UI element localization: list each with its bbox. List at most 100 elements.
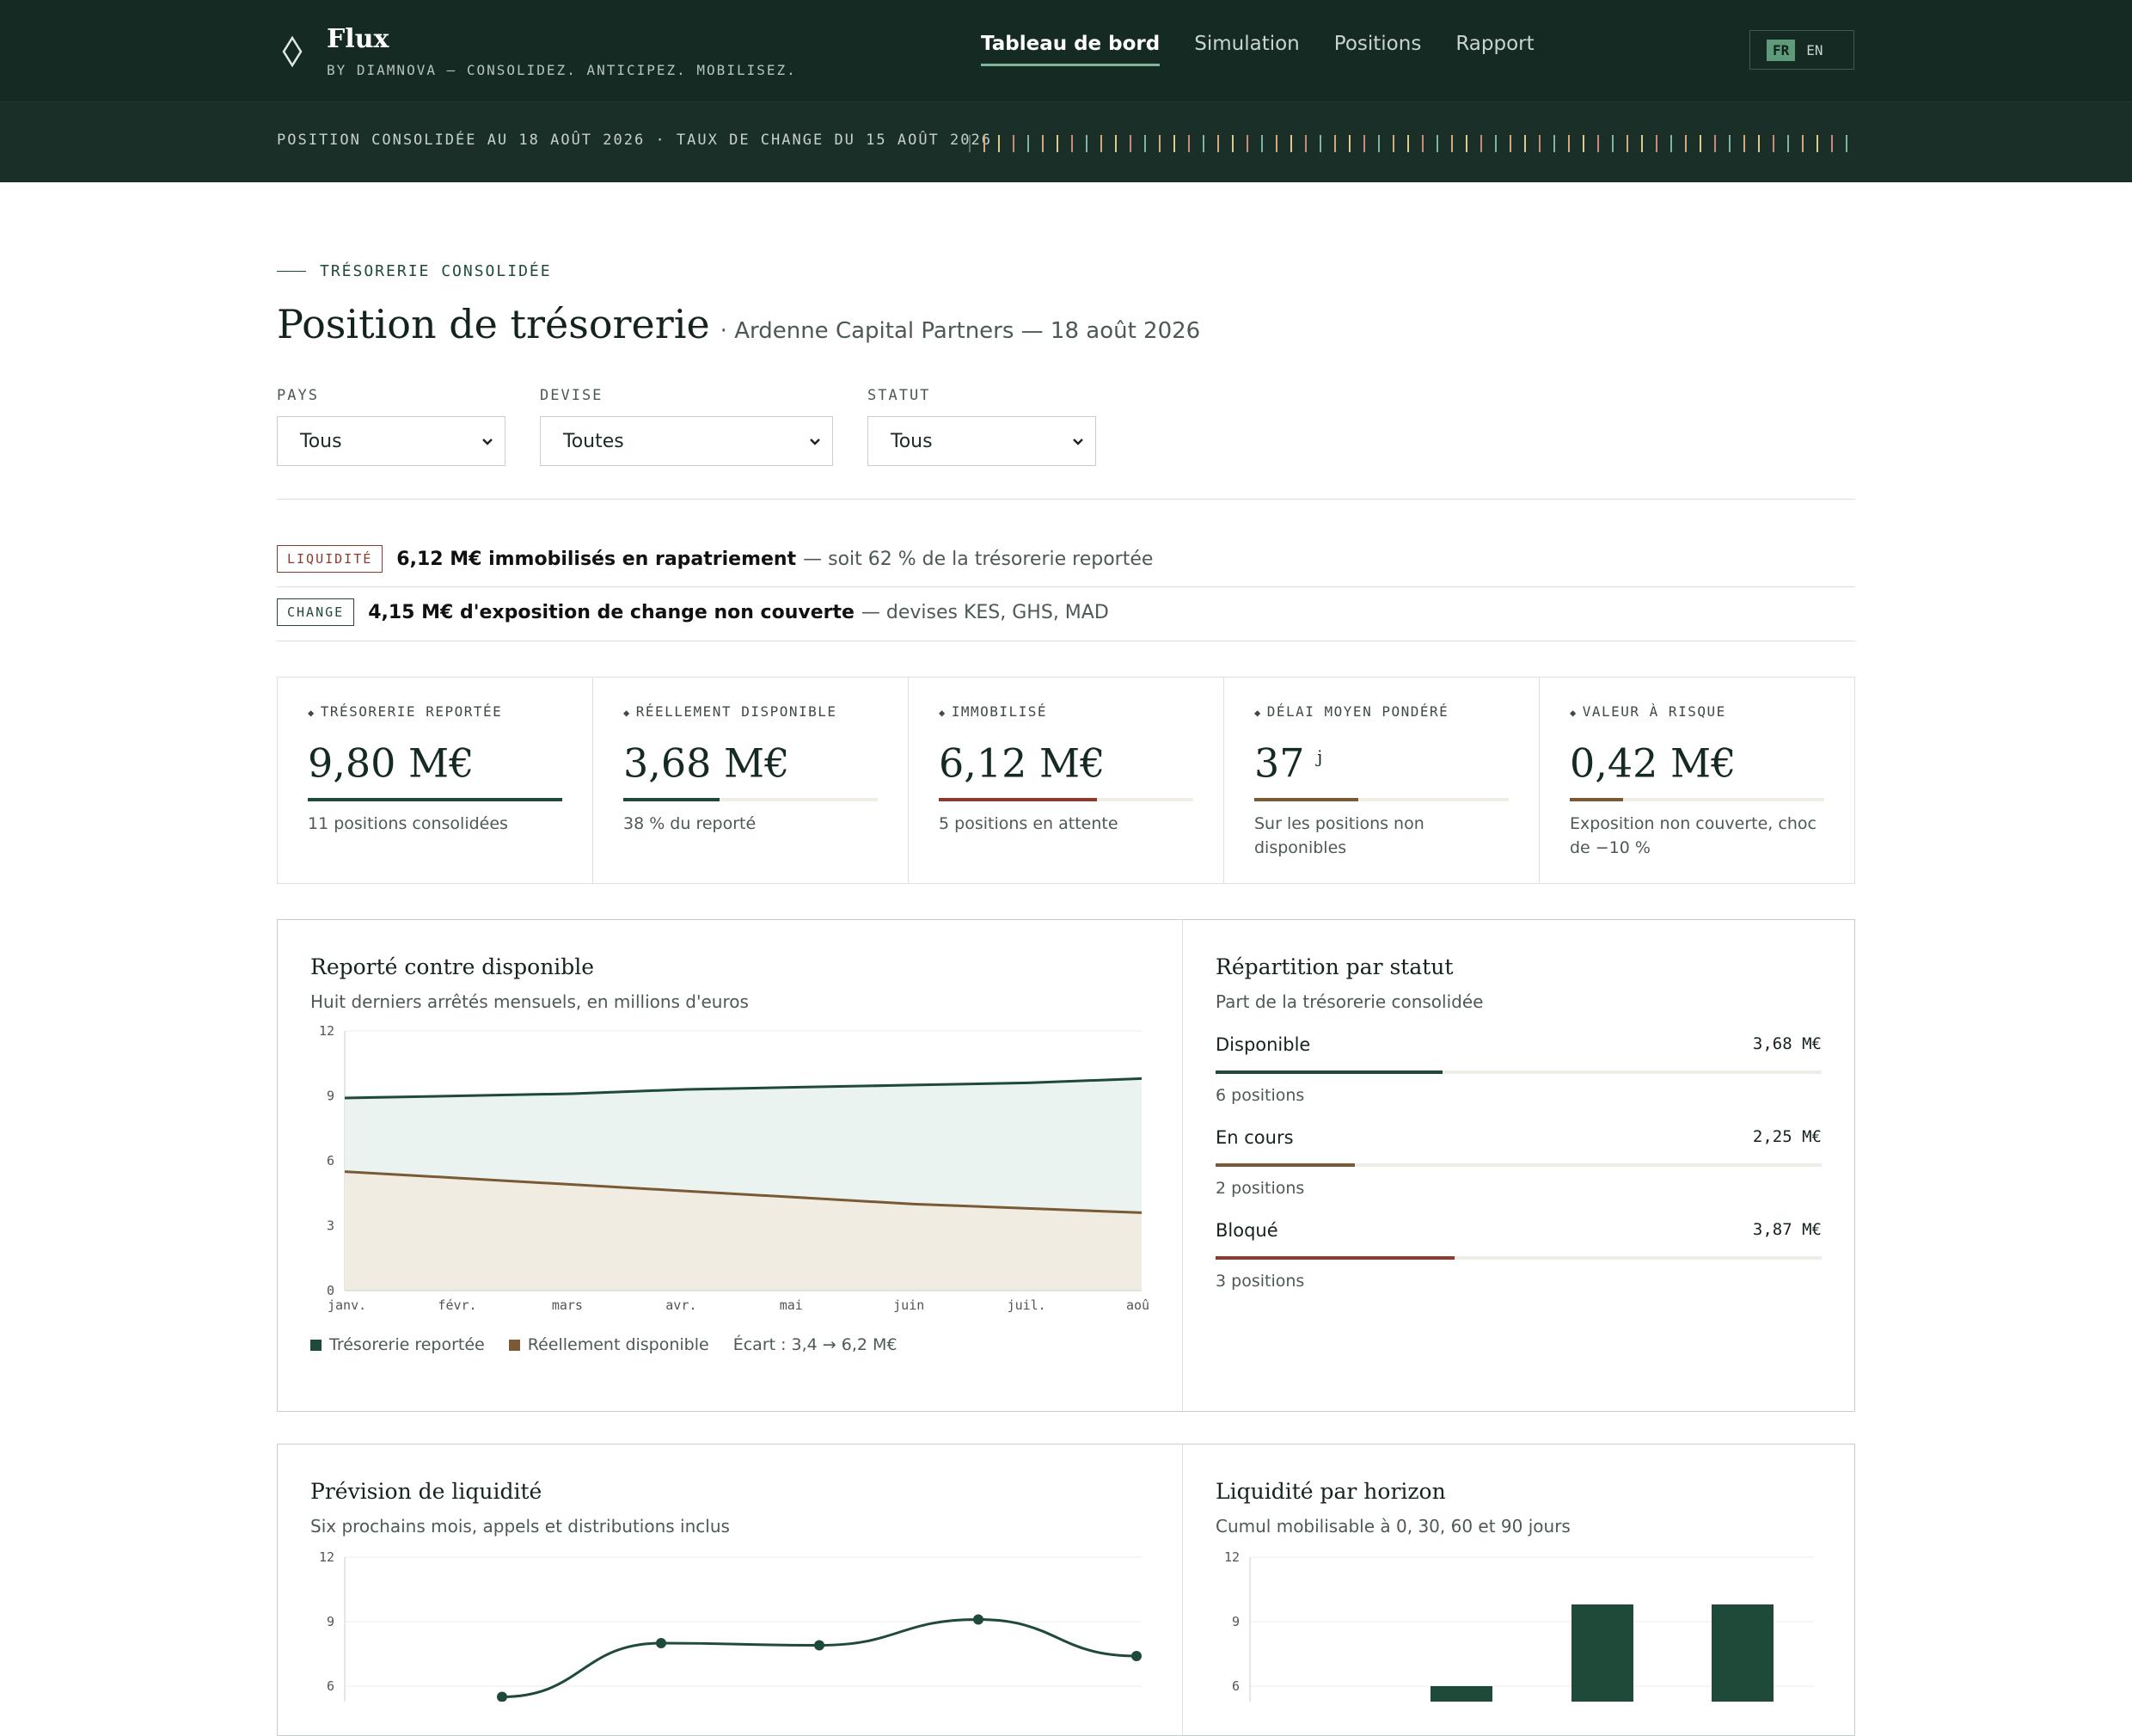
- kpi-bar-fill: [623, 798, 720, 802]
- panel-subtitle: Huit derniers arrêtés mensuels, en milli…: [310, 991, 749, 1012]
- filter-pays-select[interactable]: Tous: [277, 416, 505, 466]
- eyebrow-line: [277, 271, 306, 272]
- panel-title: Répartition par statut: [1216, 954, 1454, 979]
- y-tick-label: 3: [327, 1218, 334, 1234]
- kpi-value: 9,80 M€: [308, 739, 475, 787]
- lang-en-button[interactable]: EN: [1800, 40, 1829, 61]
- kpi-bar: [1254, 798, 1509, 802]
- page-subtitle: · Ardenne Capital Partners — 18 août 202…: [720, 318, 1201, 344]
- status-count: 6 positions: [1216, 1086, 1305, 1105]
- panel-row-1: Reporté contre disponible Huit derniers …: [277, 919, 1855, 1412]
- legend-item: Réellement disponible: [508, 1335, 709, 1354]
- nav-item-positions[interactable]: Positions: [1334, 33, 1422, 66]
- section-eyebrow: TRÉSORERIE CONSOLIDÉE: [277, 262, 552, 280]
- filter-statut-select[interactable]: Tous: [867, 416, 1096, 466]
- language-switcher: FR EN: [1749, 30, 1854, 70]
- diamond-bullet-icon: ◆: [939, 707, 947, 719]
- status-bar-fill: [1216, 1256, 1455, 1260]
- title-row: Position de trésorerie · Ardenne Capital…: [277, 301, 1200, 347]
- status-bar-fill: [1216, 1070, 1443, 1074]
- panel-title: Prévision de liquidité: [310, 1479, 542, 1504]
- status-amount: 3,87 M€: [1752, 1220, 1822, 1239]
- forecast-point: [656, 1638, 666, 1648]
- y-tick-label: 9: [1232, 1614, 1240, 1629]
- horizon-bar: [1571, 1604, 1633, 1702]
- status-row-disponible: Disponible 3,68 M€ 6 positions: [1216, 1034, 1822, 1105]
- kpi-delai-moyen: ◆ DÉLAI MOYEN PONDÉRÉ 37 j Sur les positi…: [1224, 678, 1540, 883]
- status-name: En cours: [1216, 1127, 1294, 1148]
- status-bar: [1216, 1163, 1822, 1167]
- alert-badge: CHANGE: [277, 598, 355, 626]
- x-tick-label: juil.: [1008, 1297, 1046, 1313]
- panel-forecast: Prévision de liquidité Six prochains moi…: [278, 1445, 1183, 1735]
- legend-swatch: [508, 1339, 520, 1351]
- kpi-bar: [939, 798, 1193, 802]
- filter-statut: STATUT Tous: [867, 387, 1096, 466]
- diamond-bullet-icon: ◆: [1570, 707, 1578, 719]
- x-tick-label: févr.: [438, 1297, 476, 1313]
- filter-devise: DEVISE Toutes: [540, 387, 833, 466]
- status-ticker: POSITION CONSOLIDÉE AU 18 AOÛT 2026 · TA…: [0, 101, 2132, 182]
- ticker-marks: [969, 135, 1847, 152]
- app-tagline: BY DIAMNOVA — CONSOLIDEZ. ANTICIPEZ. MOB…: [327, 62, 797, 78]
- ticker-text: POSITION CONSOLIDÉE AU 18 AOÛT 2026 · TA…: [277, 132, 992, 149]
- alert-strong: 4,15 M€ d'exposition de change non couve…: [368, 601, 855, 623]
- nav-item-tableau-de-bord[interactable]: Tableau de bord: [981, 33, 1161, 66]
- filters: PAYS Tous DEVISE Toutes STATUT Tous: [277, 387, 1130, 466]
- panel-subtitle: Cumul mobilisable à 0, 30, 60 et 90 jour…: [1216, 1516, 1571, 1537]
- filter-pays-label: PAYS: [277, 387, 319, 404]
- legend-item: Trésorerie reportée: [310, 1335, 485, 1354]
- kpi-reellement-disponible: ◆ RÉELLEMENT DISPONIBLE 3,68 M€ 38 % du r…: [593, 678, 909, 883]
- legend-gap: Écart : 3,4 → 6,2 M€: [732, 1335, 898, 1354]
- kpi-value: 0,42 M€: [1570, 739, 1737, 787]
- legend-swatch: [310, 1339, 322, 1351]
- kpi-note: Exposition non couverte, choc de −10 %: [1570, 814, 1816, 858]
- kpi-tresorerie-reportee: ◆ TRÉSORERIE REPORTÉE 9,80 M€ 11 position…: [278, 678, 593, 883]
- nav-item-simulation[interactable]: Simulation: [1194, 33, 1300, 66]
- kpi-bar-fill: [1254, 798, 1359, 802]
- brand[interactable]: Flux BY DIAMNOVA — CONSOLIDEZ. ANTICIPEZ…: [277, 24, 797, 78]
- diamond-icon: [282, 35, 303, 68]
- kpi-valeur-a-risque: ◆ VALEUR À RISQUE 0,42 M€ Exposition non …: [1540, 678, 1854, 883]
- x-tick-label: avr.: [665, 1297, 696, 1313]
- y-tick-label: 6: [327, 1153, 334, 1169]
- reported-vs-available-chart: 0 3 6 9 12 janv. févr. mars avr. mai juin juil. août: [319, 1023, 1150, 1313]
- eyebrow-text: TRÉSORERIE CONSOLIDÉE: [320, 262, 552, 280]
- forecast-chart: 6 9 12: [319, 1549, 1142, 1702]
- kpi-immobilise: ◆ IMMOBILISÉ 6,12 M€ 5 positions en atten…: [909, 678, 1224, 883]
- kpi-bar-fill: [1570, 798, 1624, 802]
- y-tick-label: 6: [327, 1678, 334, 1694]
- diamond-bullet-icon: ◆: [1254, 707, 1262, 719]
- kpi-bar: [308, 798, 562, 802]
- filter-statut-label: STATUT: [867, 387, 931, 404]
- kpi-bar-fill: [939, 798, 1097, 802]
- status-amount: 2,25 M€: [1752, 1127, 1822, 1146]
- filter-devise-value: Toutes: [563, 430, 624, 452]
- status-name: Disponible: [1216, 1034, 1311, 1055]
- nav-item-rapport[interactable]: Rapport: [1455, 33, 1534, 66]
- x-tick-label: juin: [893, 1297, 924, 1313]
- y-tick-label: 0: [327, 1283, 334, 1298]
- status-row-bloque: Bloqué 3,87 M€ 3 positions: [1216, 1220, 1822, 1291]
- filter-pays-value: Tous: [300, 430, 342, 452]
- chevron-down-icon: [482, 439, 493, 445]
- alert-change: CHANGE 4,15 M€ d'exposition de change no…: [277, 598, 1109, 626]
- y-tick-label: 9: [327, 1089, 334, 1104]
- y-tick-label: 12: [319, 1549, 334, 1565]
- kpi-label: ◆ VALEUR À RISQUE: [1570, 703, 1726, 720]
- filter-devise-select[interactable]: Toutes: [540, 416, 833, 466]
- status-bar: [1216, 1070, 1822, 1074]
- alert-strong: 6,12 M€ immobilisés en rapatriement: [396, 548, 797, 570]
- alert-rest: — devises KES, GHS, MAD: [861, 601, 1109, 623]
- y-tick-label: 6: [1232, 1678, 1240, 1694]
- divider: [277, 586, 1855, 587]
- divider: [277, 499, 1855, 500]
- panel-title: Liquidité par horizon: [1216, 1479, 1446, 1504]
- filter-statut-value: Tous: [891, 430, 933, 452]
- kpi-value: 3,68 M€: [623, 739, 790, 787]
- forecast-point: [973, 1614, 983, 1625]
- filter-devise-label: DEVISE: [540, 387, 603, 404]
- horizon-chart: 6 9 12: [1224, 1549, 1814, 1702]
- lang-fr-button[interactable]: FR: [1767, 39, 1796, 61]
- y-tick-label: 9: [327, 1614, 334, 1629]
